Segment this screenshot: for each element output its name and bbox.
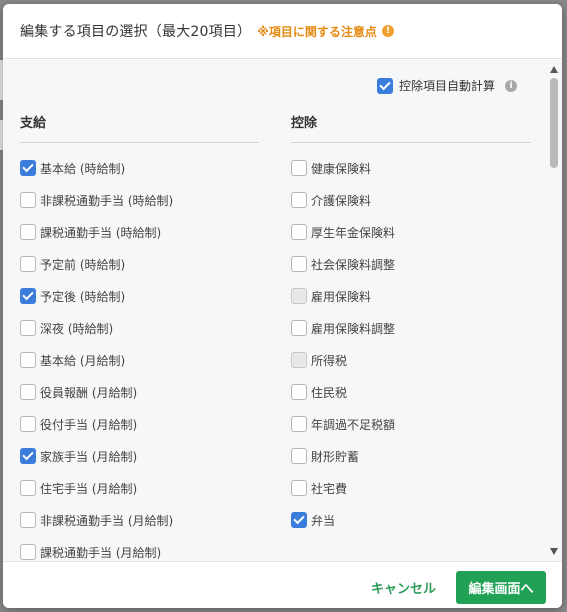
auto-calc-label: 控除項目自動計算 [398,79,495,93]
pay-item-label: 予定前 (時給制) [40,257,126,272]
deduction-item[interactable]: 財形貯蓄 [291,440,531,472]
pay-item[interactable]: 予定後 (時給制) [20,280,259,312]
item-selection-modal: 編集する項目の選択（最大20項目） ※項目に関する注意点 ! 控除項目自動計算 … [3,4,562,608]
deduction-item-label: 住民税 [311,385,348,400]
pay-item-checkbox[interactable] [20,288,36,304]
info-circle-icon[interactable]: ! [381,25,394,37]
pay-item-checkbox[interactable] [20,480,36,496]
deduction-item-checkbox[interactable] [291,192,307,208]
deduction-item[interactable]: 厚生年金保険料 [291,216,531,248]
pay-item-label: 非課税通勤手当 (時給制) [40,193,174,208]
modal-body: 控除項目自動計算 i 支給 基本給 (時給制) 非課税通勤手当 (時給制) 課税通勤… [3,60,546,561]
pay-item-checkbox[interactable] [20,256,36,272]
pay-item[interactable]: 住宅手当 (月給制) [20,472,259,504]
deduction-item-checkbox[interactable] [291,384,307,400]
scroll-down-arrow-icon[interactable] [550,548,558,555]
deduction-item-checkbox [291,352,307,368]
pay-item-list: 基本給 (時給制) 非課税通勤手当 (時給制) 課税通勤手当 (時給制) 予定前 (時… [20,152,259,561]
deduction-item-checkbox[interactable] [291,320,307,336]
pay-item-label: 基本給 (時給制) [40,161,126,176]
deduction-item-label: 年調過不足税額 [311,417,396,432]
deduction-item-label: 社宅費 [311,481,348,496]
pay-item-label: 予定後 (時給制) [40,289,126,304]
deduction-item-checkbox[interactable] [291,480,307,496]
deduction-item[interactable]: 社会保険料調整 [291,248,531,280]
deduction-item-label: 財形貯蓄 [311,449,360,464]
pay-item-checkbox[interactable] [20,384,36,400]
pay-item[interactable]: 深夜 (時給制) [20,312,259,344]
deduction-item-label: 介護保険料 [311,193,372,208]
pay-item-label: 課税通勤手当 (時給制) [40,225,162,240]
pay-item[interactable]: 課税通勤手当 (月給制) [20,536,259,561]
deduction-item[interactable]: 住民税 [291,376,531,408]
auto-calc-checkbox[interactable] [376,77,393,94]
info-circle-icon[interactable]: i [505,79,517,92]
pay-item[interactable]: 役員報酬 (月給制) [20,376,259,408]
pay-column: 支給 基本給 (時給制) 非課税通勤手当 (時給制) 課税通勤手当 (時給制) 予定前… [20,112,259,561]
auto-calc-option[interactable]: 控除項目自動計算 i [376,77,517,94]
deduction-item[interactable]: 介護保険料 [291,184,531,216]
deduction-item-label: 雇用保険料 [311,289,372,304]
deduction-item[interactable]: 健康保険料 [291,152,531,184]
pay-item-checkbox[interactable] [20,224,36,240]
go-to-edit-button[interactable]: 編集画面へ [456,571,546,604]
pay-item-checkbox[interactable] [20,448,36,464]
deduction-item-checkbox[interactable] [291,512,307,528]
cancel-button[interactable]: キャンセル [365,572,442,602]
deduction-item[interactable]: 所得税 [291,344,531,376]
pay-item-checkbox[interactable] [20,416,36,432]
pay-item-label: 基本給 (月給制) [40,353,126,368]
deduction-item[interactable]: 社宅費 [291,472,531,504]
pay-heading: 支給 [20,112,259,143]
pay-item-checkbox[interactable] [20,352,36,368]
pay-item[interactable]: 家族手当 (月給制) [20,440,259,472]
pay-item-checkbox[interactable] [20,512,36,528]
deduction-item-label: 弁当 [311,513,336,528]
deduction-item-label: 社会保険料調整 [311,257,396,272]
deduction-item[interactable]: 雇用保険料 [291,280,531,312]
deduction-item[interactable]: 年調過不足税額 [291,408,531,440]
pay-item-label: 非課税通勤手当 (月給制) [40,513,174,528]
pay-item-checkbox[interactable] [20,320,36,336]
deduction-item[interactable]: 雇用保険料調整 [291,312,531,344]
deduction-item-label: 所得税 [311,353,348,368]
pay-item-checkbox[interactable] [20,192,36,208]
vertical-scrollbar[interactable] [546,60,562,561]
deduction-item-checkbox[interactable] [291,416,307,432]
pay-item-checkbox[interactable] [20,160,36,176]
pay-item[interactable]: 非課税通勤手当 (月給制) [20,504,259,536]
pay-item[interactable]: 基本給 (月給制) [20,344,259,376]
pay-item-label: 深夜 (時給制) [40,321,114,336]
pay-item[interactable]: 役付手当 (月給制) [20,408,259,440]
deduction-item-checkbox [291,288,307,304]
modal-header: 編集する項目の選択（最大20項目） ※項目に関する注意点 ! [3,4,562,59]
scroll-thumb[interactable] [550,78,558,168]
deduction-item[interactable]: 弁当 [291,504,531,536]
deduction-item-checkbox[interactable] [291,256,307,272]
pay-item-label: 役付手当 (月給制) [40,417,138,432]
deduction-item-label: 厚生年金保険料 [311,225,396,240]
pay-item-label: 役員報酬 (月給制) [40,385,138,400]
deduction-item-checkbox[interactable] [291,160,307,176]
deduction-item-label: 健康保険料 [311,161,372,176]
deduction-item-checkbox[interactable] [291,448,307,464]
pay-item-label: 住宅手当 (月給制) [40,481,138,496]
deduction-item-label: 雇用保険料調整 [311,321,396,336]
modal-title: 編集する項目の選択（最大20項目） [20,24,252,40]
pay-item[interactable]: 基本給 (時給制) [20,152,259,184]
pay-item-label: 課税通勤手当 (月給制) [40,545,162,560]
deduction-item-checkbox[interactable] [291,224,307,240]
pay-item-checkbox[interactable] [20,544,36,560]
deduction-heading: 控除 [291,112,531,143]
pay-item[interactable]: 課税通勤手当 (時給制) [20,216,259,248]
pay-item[interactable]: 非課税通勤手当 (時給制) [20,184,259,216]
notice-link[interactable]: ※項目に関する注意点 [257,23,377,40]
modal-footer: キャンセル 編集画面へ [3,561,562,608]
deduction-item-list: 健康保険料介護保険料厚生年金保険料 社会保険料調整 雇用保険料雇用保険料調整 所得税住… [291,152,531,536]
pay-item-label: 家族手当 (月給制) [40,449,138,464]
pay-item[interactable]: 予定前 (時給制) [20,248,259,280]
deduction-column: 控除 健康保険料介護保険料厚生年金保険料 社会保険料調整 雇用保険料雇用保険料調整所… [291,112,531,536]
scroll-up-arrow-icon[interactable] [550,66,558,73]
